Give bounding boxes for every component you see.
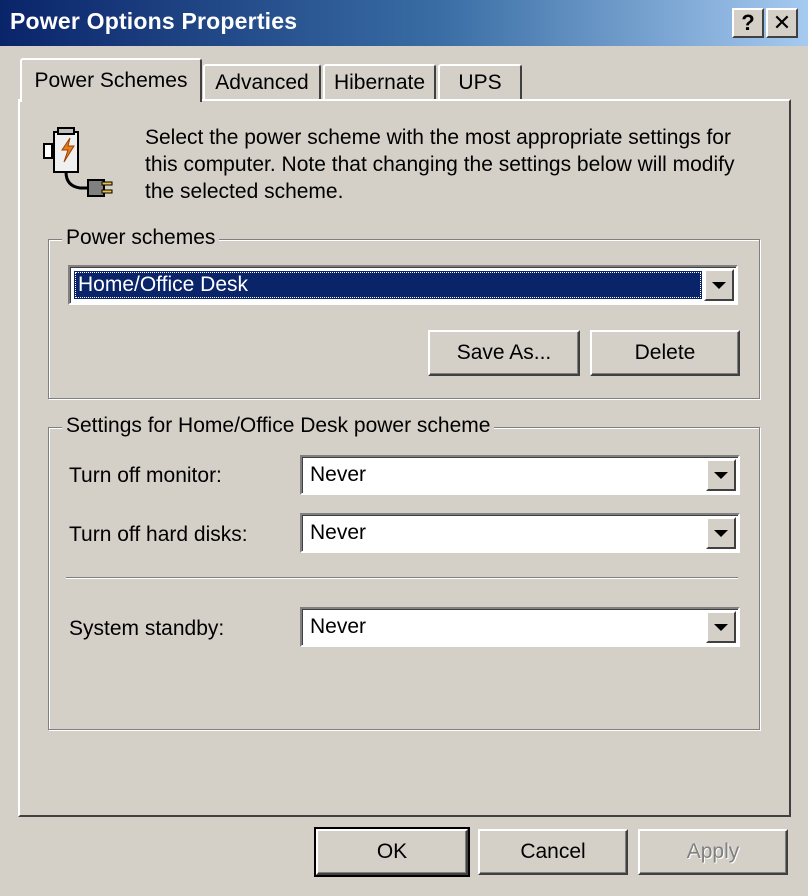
- power-scheme-dropdown-button[interactable]: [704, 269, 734, 301]
- turn-off-hard-disks-value: Never: [310, 521, 367, 544]
- turn-off-monitor-dropdown-button[interactable]: [706, 459, 736, 491]
- system-standby-value: Never: [310, 615, 367, 638]
- system-standby-select[interactable]: Never: [300, 607, 740, 647]
- power-schemes-legend: Power schemes: [62, 226, 220, 250]
- turn-off-monitor-label: Turn off monitor:: [69, 464, 222, 487]
- tab-power-schemes[interactable]: Power Schemes: [20, 58, 202, 102]
- tab-advanced[interactable]: Advanced: [203, 64, 321, 100]
- window-title: Power Options Properties: [10, 8, 298, 34]
- settings-divider: [66, 577, 738, 579]
- turn-off-hard-disks-select[interactable]: Never: [300, 513, 740, 553]
- chevron-down-icon: [714, 529, 728, 537]
- turn-off-hard-disks-dropdown-button[interactable]: [706, 517, 736, 549]
- close-button[interactable]: ✕: [766, 8, 798, 38]
- apply-button[interactable]: Apply: [638, 829, 788, 875]
- power-scheme-value: Home/Office Desk: [74, 271, 702, 299]
- help-button[interactable]: ?: [732, 8, 764, 38]
- chevron-down-icon: [714, 471, 728, 479]
- help-icon: ?: [741, 10, 755, 35]
- power-scheme-select[interactable]: Home/Office Desk: [68, 265, 738, 305]
- system-standby-label: System standby:: [69, 617, 225, 640]
- turn-off-monitor-value: Never: [310, 463, 367, 486]
- tab-ups[interactable]: UPS: [438, 64, 522, 100]
- scheme-settings-legend: Settings for Home/Office Desk power sche…: [62, 414, 495, 438]
- ok-button[interactable]: OK: [314, 827, 470, 877]
- chevron-down-icon: [712, 281, 726, 289]
- turn-off-hard-disks-label: Turn off hard disks:: [69, 523, 248, 546]
- description-text: Select the power scheme with the most ap…: [145, 126, 735, 203]
- cancel-button[interactable]: Cancel: [478, 829, 628, 875]
- turn-off-monitor-select[interactable]: Never: [300, 455, 740, 495]
- close-icon: ✕: [772, 10, 792, 35]
- save-as-button[interactable]: Save As...: [428, 330, 580, 376]
- delete-button[interactable]: Delete: [590, 330, 740, 376]
- tab-hibernate[interactable]: Hibernate: [323, 64, 436, 100]
- system-standby-dropdown-button[interactable]: [706, 611, 736, 643]
- chevron-down-icon: [714, 623, 728, 631]
- power-plug-icon: [40, 124, 120, 204]
